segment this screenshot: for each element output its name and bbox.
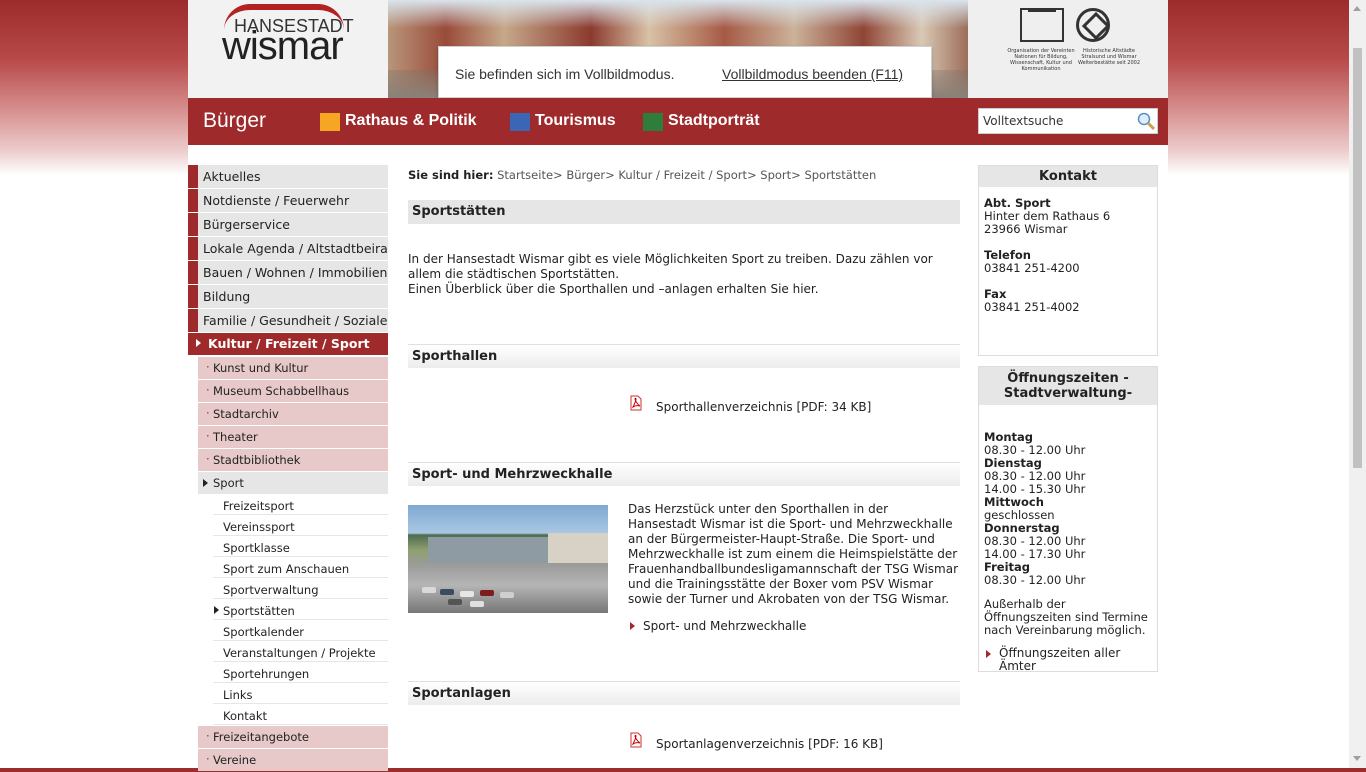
leftnav-item-familie[interactable]: Familie / Gesundheit / Soziales: [188, 309, 388, 332]
leftnav-subsub-veranstaltungen[interactable]: Veranstaltungen / Projekte: [213, 642, 388, 662]
section-title-sportanlagen: Sportanlagen: [408, 681, 960, 705]
leftnav-sub-sport-open[interactable]: Sport: [198, 472, 388, 494]
breadcrumb-label: Sie sind hier:: [408, 168, 494, 182]
leftnav-item-aktuelles[interactable]: Aktuelles: [188, 165, 388, 188]
leftnav-item-notdienste[interactable]: Notdienste / Feuerwehr: [188, 189, 388, 212]
contact-tel: 03841 251-4200: [984, 261, 1080, 275]
leftnav-sub-freizeitangebote[interactable]: Freizeitangebote: [198, 726, 388, 748]
nav-stadtportraet[interactable]: Stadtporträt: [668, 112, 760, 130]
square-icon: [510, 113, 530, 131]
nav-tourismus[interactable]: Tourismus: [535, 112, 616, 130]
leftnav-subsub-sportverwaltung[interactable]: Sportverwaltung: [213, 579, 388, 599]
opening-hours-box: Öffnungszeiten -Stadtverwaltung- Montag …: [978, 366, 1158, 673]
leftnav-subsub-sport-anschauen[interactable]: Sport zum Anschauen: [213, 558, 388, 578]
search-box: [978, 108, 1158, 134]
leftnav-subsub-links[interactable]: Links: [213, 684, 388, 704]
leftnav-sub-museum[interactable]: Museum Schabbellhaus: [198, 380, 388, 402]
hours-note: Außerhalb der Öffnungszeiten sind Termin…: [984, 597, 1148, 637]
leftnav-item-kultur-active[interactable]: Kultur / Freizeit / Sport: [188, 333, 388, 355]
page-scrollbar[interactable]: [1349, 0, 1366, 768]
breadcrumb: Sie sind hier: Startseite> Bürger> Kultu…: [408, 168, 876, 182]
nav-rathaus-politik[interactable]: Rathaus & Politik: [345, 112, 477, 130]
leftnav-sub-theater[interactable]: Theater: [198, 426, 388, 448]
left-navigation: Aktuelles Notdienste / Feuerwehr Bürgers…: [188, 165, 388, 772]
intro-text-1: In der Hansestadt Wismar gibt es viele M…: [408, 252, 933, 281]
main-nav: Bürger Rathaus & Politik Tourismus Stadt…: [188, 98, 1168, 145]
scroll-up-arrow-icon[interactable]: [1353, 6, 1361, 11]
leftnav-subsub-sportklasse[interactable]: Sportklasse: [213, 537, 388, 557]
nav-current-buerger[interactable]: Bürger: [203, 109, 266, 133]
square-icon: [320, 113, 340, 131]
page-title: Sportstätten: [408, 200, 960, 224]
contact-city: 23966 Wismar: [984, 222, 1068, 236]
square-icon: [643, 113, 663, 131]
pdf-icon: [630, 732, 642, 748]
leftnav-subsub-freizeitsport[interactable]: Freizeitsport: [213, 495, 388, 515]
sporthallenverzeichnis-link[interactable]: Sporthallenverzeichnis [PDF: 34 KB]: [656, 400, 871, 414]
hours-friday-1: 08.30 - 12.00 Uhr: [984, 573, 1086, 587]
logo[interactable]: HANSESTADT wismar: [188, 0, 388, 98]
contact-fax: 03841 251-4002: [984, 300, 1080, 314]
unesco-caption: Organisation der Vereinten Nationen für …: [1007, 48, 1075, 72]
contact-box: Kontakt Abt. Sport Hinter dem Rathaus 6 …: [978, 165, 1158, 356]
scrollbar-thumb[interactable]: [1353, 48, 1362, 468]
leftnav-sub-stadtbibliothek[interactable]: Stadtbibliothek: [198, 449, 388, 471]
sportanlagenverzeichnis-link[interactable]: Sportanlagenverzeichnis [PDF: 16 KB]: [656, 737, 883, 751]
logo-main-text: wismar: [222, 24, 344, 68]
leftnav-item-lokale-agenda[interactable]: Lokale Agenda / Altstadtbeirat: [188, 237, 388, 260]
unesco-icon: [1020, 8, 1064, 42]
section-title-mehrzweckhalle: Sport- und Mehrzweckhalle: [408, 462, 960, 486]
scroll-down-arrow-icon[interactable]: [1353, 756, 1361, 761]
contact-box-title: Kontakt: [979, 166, 1157, 187]
leftnav-item-bauen-wohnen[interactable]: Bauen / Wohnen / Immobilien: [188, 261, 388, 284]
fullscreen-notice-text: Sie befinden sich im Vollbildmodus.: [455, 66, 675, 82]
mehrzweckhalle-link[interactable]: Sport- und Mehrzweckhalle: [628, 619, 806, 633]
section-title-sporthallen: Sporthallen: [408, 344, 960, 368]
mehrzweckhalle-description: Das Herzstück unter den Sporthallen in d…: [628, 502, 959, 606]
header: HANSESTADT wismar Organisation der Verei…: [188, 0, 1168, 98]
all-offices-hours-link[interactable]: Öffnungszeiten aller Ämter: [984, 647, 1152, 673]
pdf-icon: [630, 395, 642, 411]
leftnav-sub-kunst[interactable]: Kunst und Kultur: [198, 357, 388, 379]
world-heritage-caption: Historische Altstädte Stralsund und Wism…: [1077, 48, 1141, 66]
leftnav-subsub-sportkalender[interactable]: Sportkalender: [213, 621, 388, 641]
search-input[interactable]: [979, 109, 1129, 133]
leftnav-subsub-sportstaetten-current[interactable]: Sportstätten: [213, 600, 388, 620]
exit-fullscreen-link[interactable]: Vollbildmodus beenden (F11): [722, 66, 903, 82]
search-icon[interactable]: [1136, 111, 1156, 131]
leftnav-sub-stadtarchiv[interactable]: Stadtarchiv: [198, 403, 388, 425]
page: HANSESTADT wismar Organisation der Verei…: [188, 0, 1168, 771]
mehrzweckhalle-photo[interactable]: [408, 505, 608, 613]
intro-text-2: Einen Überblick über die Sporthallen und…: [408, 282, 819, 296]
leftnav-item-buergerservice[interactable]: Bürgerservice: [188, 213, 388, 236]
unesco-logos: Organisation der Vereinten Nationen für …: [968, 0, 1168, 98]
leftnav-subsub-vereinssport[interactable]: Vereinssport: [213, 516, 388, 536]
leftnav-subsub-sportehrungen[interactable]: Sportehrungen: [213, 663, 388, 683]
opening-hours-title: Öffnungszeiten -Stadtverwaltung-: [979, 367, 1157, 405]
world-heritage-icon: [1076, 8, 1110, 42]
leftnav-item-bildung[interactable]: Bildung: [188, 285, 388, 308]
breadcrumb-path[interactable]: Startseite> Bürger> Kultur / Freizeit / …: [497, 168, 876, 182]
fullscreen-notice: Sie befinden sich im Vollbildmodus. Voll…: [438, 46, 932, 98]
leftnav-subsub-kontakt[interactable]: Kontakt: [213, 705, 388, 725]
